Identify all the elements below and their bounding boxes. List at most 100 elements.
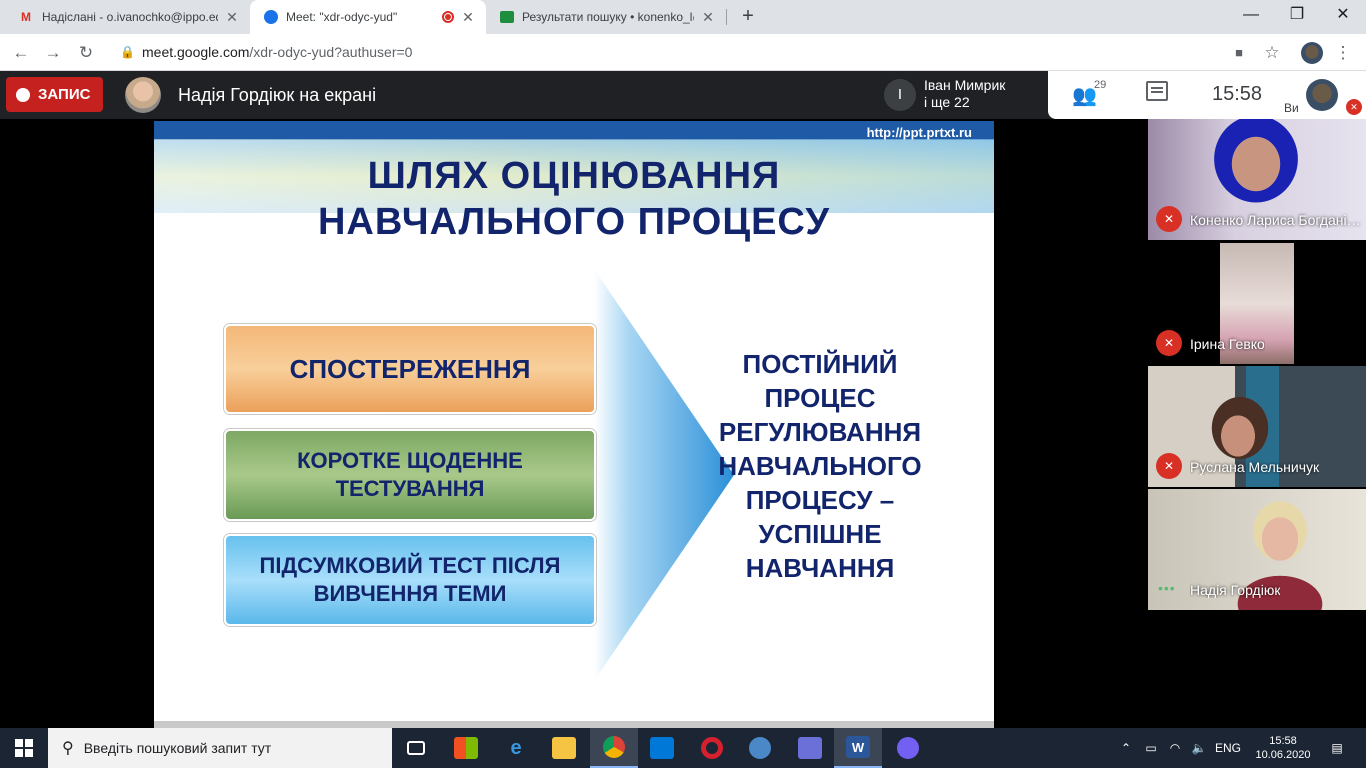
close-tab-icon[interactable]: ✕ [224, 9, 240, 26]
presenting-label: Надія Гордіюк на екрані [178, 85, 377, 105]
close-tab-icon[interactable]: ✕ [700, 9, 716, 26]
tab-title: Meet: "xdr-odyc-yud" [286, 10, 398, 24]
profile-avatar[interactable] [1299, 40, 1325, 66]
close-tab-icon[interactable]: ✕ [460, 9, 476, 26]
bookmark-star-icon[interactable]: ☆ [1259, 40, 1285, 66]
opera-icon [701, 737, 723, 759]
speaking-indicator-icon: ••• [1158, 580, 1176, 596]
participant-name: Ірина Гевко [1190, 336, 1265, 352]
participant-tile[interactable]: ✕ Руслана Мельничук [1148, 366, 1366, 487]
edge-button[interactable]: e [492, 728, 540, 768]
save-app-button[interactable] [786, 728, 834, 768]
slide-title-line2: НАВЧАЛЬНОГО ПРОЦЕСУ [317, 201, 831, 243]
result-text: ПОСТІЙНИЙ ПРОЦЕС РЕГУЛЮВАННЯ НАВЧАЛЬНОГО… [702, 347, 938, 585]
mail-icon [650, 737, 674, 759]
meet-clock: 15:58 [1212, 83, 1263, 105]
forward-icon[interactable]: → [40, 40, 66, 66]
browser-menu-icon[interactable]: ⋮ [1330, 40, 1356, 66]
viber-icon [897, 737, 919, 759]
slide-title-line1: ШЛЯХ ОЦІНЮВАННЯ [367, 155, 781, 197]
reload-icon[interactable]: ↻ [73, 40, 99, 66]
presentation-stage: http://ppt.prtxt.ru ШЛЯХ ОЦІНЮВАННЯ НАВЧ… [0, 119, 1148, 728]
chrome-button[interactable] [590, 728, 638, 768]
slide-title: ШЛЯХ ОЦІНЮВАННЯ НАВЧАЛЬНОГО ПРОЦЕСУ [154, 153, 994, 245]
new-tab-button[interactable]: + [737, 5, 759, 27]
taskbar-search[interactable]: ⚲ Введіть пошуковий запит тут [48, 728, 392, 768]
search-placeholder: Введіть пошуковий запит тут [83, 740, 272, 756]
word-button[interactable]: W [834, 728, 882, 768]
restore-button[interactable]: ❐ [1274, 0, 1320, 34]
participant-tiles: ✕ Коненко Лариса Богданівна ✕ Ірина Гевк… [1148, 119, 1366, 728]
battery-icon[interactable]: ▭ [1140, 728, 1162, 768]
participant-tile[interactable]: ••• Надія Гордіюк [1148, 489, 1366, 610]
box2-line2: ТЕСТУВАННЯ [335, 476, 485, 501]
classroom-icon [500, 11, 514, 23]
shared-slide: http://ppt.prtxt.ru ШЛЯХ ОЦІНЮВАННЯ НАВЧ… [154, 121, 994, 728]
participant-name: Руслана Мельничук [1190, 459, 1320, 475]
speaker-avatar: І [884, 79, 916, 111]
tray-date: 10.06.2020 [1255, 749, 1311, 761]
mail-button[interactable] [638, 728, 686, 768]
mic-off-icon: ✕ [1156, 330, 1182, 356]
windows-taskbar: ⚲ Введіть пошуковий запит тут e W ⌃ ▭ ◠ … [0, 728, 1366, 768]
you-label: Ви [1284, 101, 1299, 115]
recording-badge[interactable]: ЗАПИС [6, 77, 103, 112]
opera-button[interactable] [688, 728, 736, 768]
notifications-icon[interactable]: ▤ [1322, 728, 1352, 768]
self-avatar[interactable] [1306, 79, 1338, 111]
meet-controls: 👥 29 15:58 Ви ✕ [1048, 71, 1366, 119]
mic-off-icon: ✕ [1346, 99, 1362, 115]
tab-search-results[interactable]: Результати пошуку • konenko_l@ ✕ [486, 0, 726, 34]
box3-line1: ПІДСУМКОВИЙ ТЕСТ ПІСЛЯ [259, 553, 561, 578]
tab-gmail[interactable]: M Надіслані - o.ivanochko@ippo.edu ✕ [4, 0, 250, 34]
meet-top-bar: ЗАПИС Надія Гордіюк на екрані І Іван Мим… [0, 71, 1366, 119]
task-view-button[interactable] [392, 728, 440, 768]
tab-title: Надіслані - o.ivanochko@ippo.edu [42, 10, 218, 24]
result-line: НАВЧАННЯ [745, 553, 895, 583]
browser-tab-bar: M Надіслані - o.ivanochko@ippo.edu ✕ Mee… [0, 0, 1366, 34]
back-icon[interactable]: ← [8, 40, 34, 66]
edge-icon: e [510, 736, 522, 759]
browser-toolbar: ← → ↻ 🔒 meet.google.com/xdr-odyc-yud?aut… [0, 34, 1366, 71]
speaker-name: Іван Мимрик і ще 22 [924, 77, 1005, 111]
tab-title: Результати пошуку • konenko_l@ [522, 10, 694, 24]
camera-in-use-icon[interactable]: ■ [1226, 40, 1252, 66]
slide-footer-bar [154, 721, 994, 728]
store-icon [454, 737, 478, 759]
chat-icon[interactable] [1146, 81, 1168, 101]
url-path: /xdr-odyc-yud?authuser=0 [249, 44, 413, 60]
minimize-button[interactable]: — [1228, 0, 1274, 34]
close-window-button[interactable]: ✕ [1320, 0, 1366, 34]
final-test-box: ПІДСУМКОВИЙ ТЕСТ ПІСЛЯ ВИВЧЕННЯ ТЕМИ [224, 534, 596, 626]
box3-line2: ВИВЧЕННЯ ТЕМИ [313, 581, 507, 606]
language-indicator[interactable]: ENG [1212, 728, 1244, 768]
thunderbird-icon [749, 737, 771, 759]
slide-url: http://ppt.prtxt.ru [866, 125, 972, 140]
result-line: ПРОЦЕСУ – [745, 485, 895, 515]
tab-separator [726, 9, 727, 25]
people-count: 29 [1094, 79, 1107, 91]
mic-off-icon: ✕ [1156, 453, 1182, 479]
result-line: ПОСТІЙНИЙ [742, 349, 898, 379]
file-explorer-button[interactable] [540, 728, 588, 768]
speaker-tile[interactable]: І Іван Мимрик і ще 22 [874, 71, 1048, 119]
box1-label: СПОСТЕРЕЖЕННЯ [289, 353, 531, 384]
show-hidden-icons[interactable]: ⌃ [1116, 728, 1136, 768]
participant-tile[interactable]: ✕ Ірина Гевко [1148, 243, 1366, 364]
volume-icon[interactable]: 🔈 [1188, 728, 1210, 768]
word-icon: W [846, 736, 870, 758]
wifi-icon[interactable]: ◠ [1164, 728, 1186, 768]
address-bar[interactable]: 🔒 meet.google.com/xdr-odyc-yud?authuser=… [110, 38, 1290, 66]
taskbar-clock[interactable]: 15:58 10.06.2020 [1254, 728, 1312, 768]
tab-meet[interactable]: Meet: "xdr-odyc-yud" ✕ [250, 0, 486, 34]
start-button[interactable] [0, 728, 48, 768]
speaker-name-line1: Іван Мимрик [924, 77, 1006, 93]
task-view-icon [407, 741, 425, 755]
observation-box: СПОСТЕРЕЖЕННЯ [224, 324, 596, 414]
participant-tile[interactable]: ✕ Коненко Лариса Богданівна [1148, 119, 1366, 240]
result-line: УСПІШНЕ [758, 519, 882, 549]
thunderbird-button[interactable] [736, 728, 784, 768]
viber-button[interactable] [884, 728, 932, 768]
store-button[interactable] [442, 728, 490, 768]
meet-icon [264, 10, 278, 24]
